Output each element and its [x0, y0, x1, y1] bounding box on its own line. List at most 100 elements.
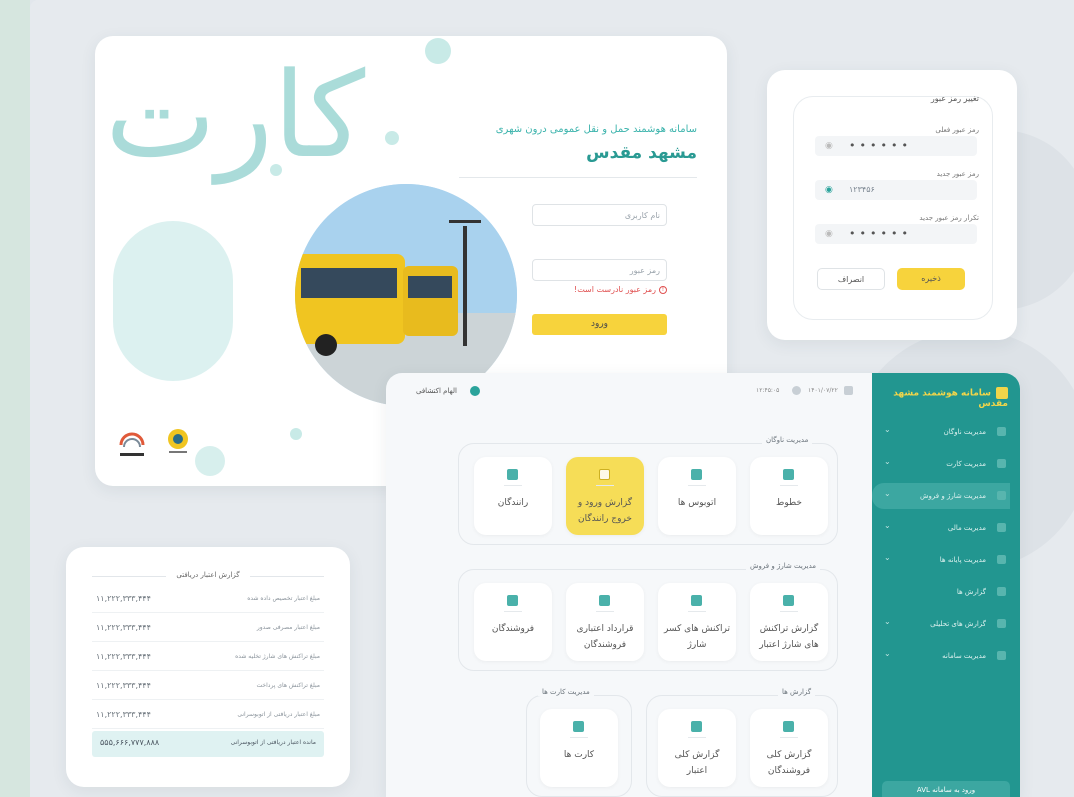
change-password-card: تغییر رمز عبور رمز عبور فعلی ◉ •••••• رم…: [767, 70, 1017, 340]
plus-circle-icon: [691, 595, 702, 606]
credit-report-card: گزارش اعتبار دریافتی مبلغ اعتبار تخصیص د…: [66, 547, 350, 787]
calendar-icon: [844, 386, 853, 395]
system-icon: [997, 651, 1006, 660]
sidebar-item-analytics[interactable]: گزارش های تحلیلی ⌄: [872, 611, 1020, 637]
decor-bubble: [385, 131, 399, 145]
decor-bubble: [113, 221, 233, 381]
report-row: مبلغ اعتبار دریافتی از اتوبوسرانی ۱۱,۲۲۲,…: [92, 703, 324, 729]
sidebar-item-terminals[interactable]: مدیریت پایانه ها ⌄: [872, 547, 1020, 573]
analytics-icon: [997, 619, 1006, 628]
tile-drivers[interactable]: رانندگان: [474, 457, 552, 535]
charge-icon: [997, 491, 1006, 500]
card-icon: [573, 721, 584, 732]
sidebar-item-finance[interactable]: مدیریت مالی ⌄: [872, 515, 1020, 541]
section-title: مدیریت شارژ و فروش: [746, 562, 821, 570]
username-input[interactable]: نام کاربری: [532, 204, 667, 226]
dashboard-window: الهام اکتشافی ۱۴۰۱/۰۷/۲۲ ۱۲:۴۵:۰۵ مدیریت…: [386, 373, 1020, 797]
section-title: مدیریت ناوگان: [762, 436, 813, 444]
section-title: گزارش ها: [778, 688, 816, 696]
chevron-down-icon: ⌄: [884, 425, 891, 434]
eye-icon[interactable]: ◉: [825, 185, 833, 195]
report-row: مبلغ اعتبار مصرفی صدور ۱۱,۲۲۲,۳۳۳,۴۴۴: [92, 616, 324, 642]
login-form: سامانه هوشمند حمل و نقل عمومی درون شهری …: [447, 124, 697, 335]
report-icon: [783, 721, 794, 732]
new-password-field[interactable]: ◉ ۱۲۳۴۵۶: [815, 180, 977, 200]
report-row: مبلغ تراکنش های پرداخت ۱۱,۲۲۲,۳۳۳,۴۴۴: [92, 674, 324, 700]
tile-sellers[interactable]: فروشندگان: [474, 583, 552, 661]
sidebar-item-charge-sales[interactable]: مدیریت شارژ و فروش ⌄: [872, 483, 1010, 509]
chevron-down-icon: ⌄: [884, 617, 891, 626]
tile-driver-entry-report[interactable]: گزارش ورود و خروج رانندگان: [566, 457, 644, 535]
report-icon: [997, 587, 1006, 596]
repeat-password-field[interactable]: ◉ ••••••: [815, 224, 977, 244]
report-total-row: مانده اعتبار دریافتی از اتوبوسرانی ۵۵۵,۶۶…: [92, 731, 324, 757]
section-title: مدیریت کارت ها: [538, 688, 594, 696]
card-icon: [997, 459, 1006, 468]
new-password-label: رمز عبور جدید: [936, 170, 979, 178]
decor-bubble: [195, 446, 225, 476]
divider: [459, 177, 697, 178]
chevron-down-icon: ⌄: [884, 649, 891, 658]
contract-icon: [599, 595, 610, 606]
sidebar-title: سامانه هوشمند مشهد مقدس: [893, 387, 1008, 409]
tile-sellers-report[interactable]: گزارش کلی فروشندگان: [750, 709, 828, 787]
decor-bubble: [290, 428, 302, 440]
charge-icon: [783, 595, 794, 606]
user-icon[interactable]: [470, 386, 480, 396]
fleet-icon: [997, 427, 1006, 436]
sidebar-item-system[interactable]: مدیریت سامانه ⌄: [872, 643, 1020, 669]
route-icon: [783, 469, 794, 480]
chevron-down-icon: ⌄: [884, 457, 891, 466]
avl-login-button[interactable]: ورود به سامانه AVL: [882, 781, 1010, 797]
tile-credit-report[interactable]: گزارش کلی اعتبار: [658, 709, 736, 787]
password-input[interactable]: رمز عبور: [532, 259, 667, 281]
partner-logo: [119, 432, 145, 456]
terminal-icon: [997, 555, 1006, 564]
current-password-field[interactable]: ◉ ••••••: [815, 136, 977, 156]
sidebar-item-reports[interactable]: گزارش ها: [872, 579, 1020, 605]
logo-icon: [996, 387, 1008, 399]
user-name[interactable]: الهام اکتشافی: [416, 387, 457, 395]
chevron-down-icon: ⌄: [884, 553, 891, 562]
document-icon: [599, 469, 610, 480]
tile-seller-contracts[interactable]: قرارداد اعتباری فروشندگان: [566, 583, 644, 661]
cancel-button[interactable]: انصراف: [817, 268, 885, 290]
sidebar-item-cards[interactable]: مدیریت کارت ⌄: [872, 451, 1020, 477]
current-password-label: رمز عبور فعلی: [935, 126, 979, 134]
municipality-logo: [168, 429, 188, 453]
finance-icon: [997, 523, 1006, 532]
sidebar: سامانه هوشمند مشهد مقدس مدیریت ناوگان ⌄ م…: [872, 373, 1020, 797]
repeat-password-label: تکرار رمز عبور جدید: [919, 214, 979, 222]
chevron-down-icon: ⌄: [884, 521, 891, 530]
sidebar-item-fleet[interactable]: مدیریت ناوگان ⌄: [872, 419, 1020, 445]
current-time: ۱۲:۴۵:۰۵: [756, 387, 780, 394]
save-button[interactable]: ذخیره: [897, 268, 965, 290]
report-icon: [691, 721, 702, 732]
report-row: مبلغ تراکنش های شارژ تخلیه شده ۱۱,۲۲۲,۳۳۳…: [92, 645, 324, 671]
seller-icon: [507, 595, 518, 606]
tile-buses[interactable]: اتوبوس ها: [658, 457, 736, 535]
chevron-down-icon: ⌄: [884, 489, 891, 498]
driver-icon: [507, 469, 518, 480]
tile-lines[interactable]: خطوط: [750, 457, 828, 535]
tile-cards[interactable]: کارت ها: [540, 709, 618, 787]
change-password-title: تغییر رمز عبور: [930, 94, 979, 103]
tile-deduction-transactions[interactable]: تراکنش های کسر شارژ: [658, 583, 736, 661]
eye-icon[interactable]: ◉: [825, 229, 833, 239]
eye-icon[interactable]: ◉: [825, 141, 833, 151]
tile-charge-transactions[interactable]: گزارش تراکنش های شارژ اعتبار: [750, 583, 828, 661]
left-edge-strip: [0, 0, 30, 797]
report-title: گزارش اعتبار دریافتی: [176, 571, 240, 579]
decor-bubble: [270, 164, 282, 176]
login-subtitle: سامانه هوشمند حمل و نقل عمومی درون شهری: [495, 124, 697, 135]
clock-icon: [792, 386, 801, 395]
login-city-title: مشهد مقدس: [586, 143, 697, 163]
bus-icon: [691, 469, 702, 480]
password-error: !رمز عبور نادرست است!: [574, 285, 667, 294]
decor-bubble: [425, 38, 451, 64]
login-submit-button[interactable]: ورود: [532, 314, 667, 335]
top-bar: الهام اکتشافی ۱۴۰۱/۰۷/۲۲ ۱۲:۴۵:۰۵: [386, 373, 872, 409]
brand-calligraphy: کارت: [105, 46, 366, 184]
error-icon: !: [659, 285, 667, 294]
report-row: مبلغ اعتبار تخصیص داده شده ۱۱,۲۲۲,۳۳۳,۴۴۴: [92, 587, 324, 613]
